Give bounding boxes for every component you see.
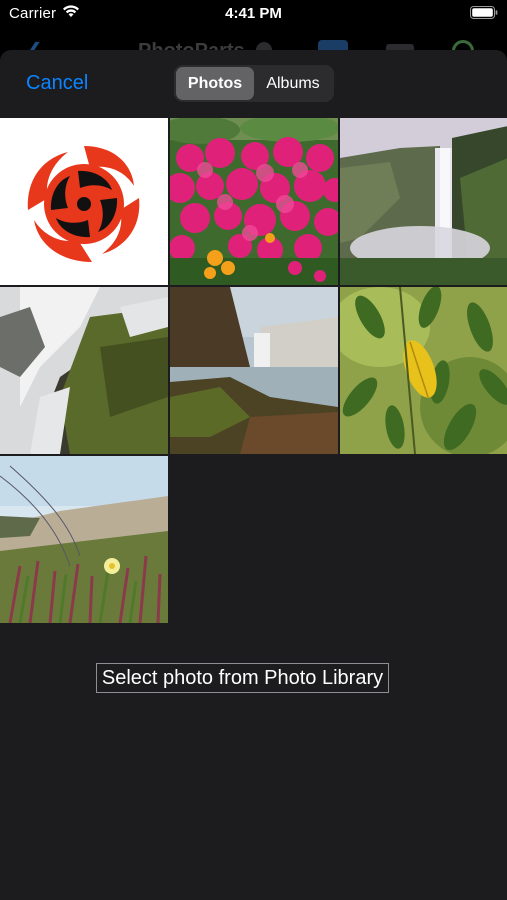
picker-header: Cancel Photos Albums bbox=[0, 50, 507, 118]
tab-photos[interactable]: Photos bbox=[176, 67, 254, 100]
photo-thumbnail-leaves[interactable] bbox=[340, 287, 507, 454]
tab-albums[interactable]: Albums bbox=[254, 67, 332, 100]
battery-icon bbox=[470, 6, 498, 19]
leaves-image bbox=[340, 287, 507, 454]
waterfall-cliff-image bbox=[340, 118, 507, 285]
cancel-button[interactable]: Cancel bbox=[26, 72, 88, 95]
source-segmented-control: Photos Albums bbox=[174, 65, 334, 102]
coast-falls-image bbox=[170, 287, 338, 454]
photo-thumbnail-logo[interactable] bbox=[0, 118, 168, 285]
photo-thumbnail-flowers[interactable] bbox=[170, 118, 338, 285]
photo-picker-sheet: Cancel Photos Albums Select photo from P… bbox=[0, 50, 507, 900]
dune-image bbox=[0, 456, 168, 623]
photo-thumbnail-waterfall-cliff[interactable] bbox=[340, 118, 507, 285]
logo-image bbox=[0, 118, 168, 285]
status-bar: Carrier 4:41 PM bbox=[0, 0, 507, 30]
clock-time: 4:41 PM bbox=[225, 5, 282, 22]
photo-thumbnail-coast-falls[interactable] bbox=[170, 287, 338, 454]
photo-thumbnail-waterfall-rocks[interactable] bbox=[0, 287, 168, 454]
flowers-image bbox=[170, 118, 338, 285]
waterfall-rocks-image bbox=[0, 287, 168, 454]
photo-thumbnail-dune[interactable] bbox=[0, 456, 168, 623]
select-photo-label: Select photo from Photo Library bbox=[96, 663, 389, 693]
